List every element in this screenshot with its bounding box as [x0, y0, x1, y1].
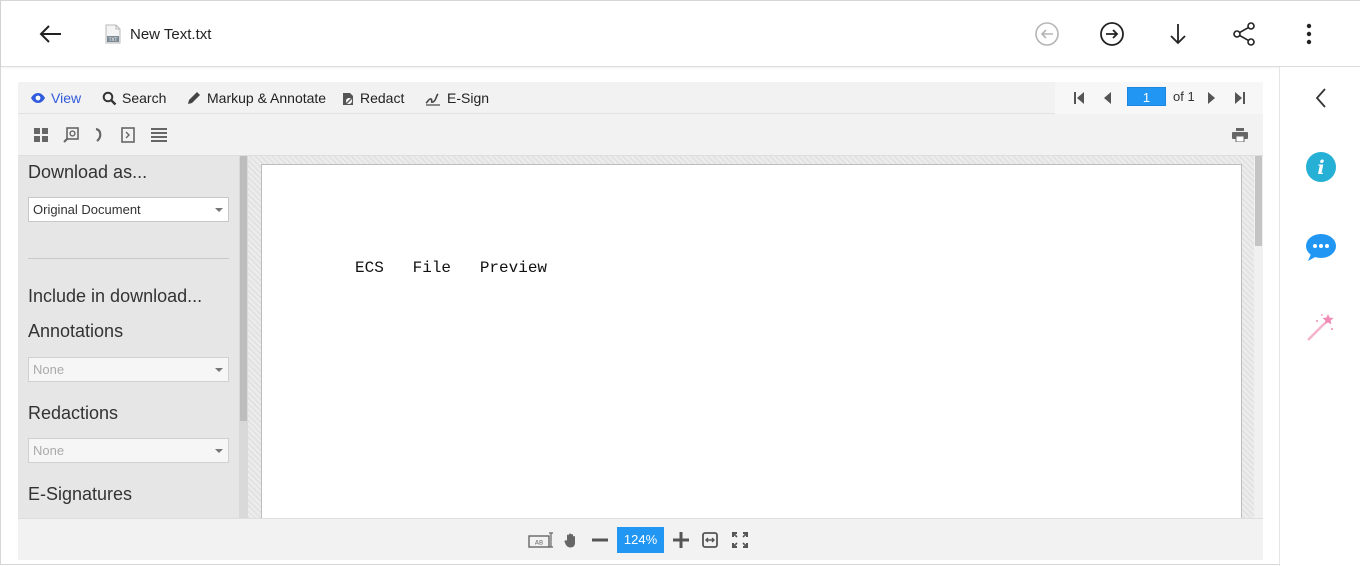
redactions-value: None	[33, 443, 65, 458]
panel-scrollbar[interactable]	[239, 156, 248, 518]
info-icon[interactable]: i	[1305, 151, 1337, 183]
download-as-heading: Download as...	[28, 162, 148, 182]
tab-search-label: Search	[122, 90, 167, 106]
document-scrollbar[interactable]	[1254, 156, 1263, 518]
search-icon	[102, 91, 117, 105]
annotations-heading: Annotations	[28, 321, 124, 341]
fullscreen-icon[interactable]	[730, 531, 750, 549]
redactions-heading: Redactions	[28, 403, 119, 423]
svg-text:TXT: TXT	[108, 37, 118, 43]
include-heading: Include in download...	[28, 286, 203, 306]
thumbnails-icon[interactable]	[32, 126, 50, 144]
tab-view-label: View	[51, 90, 82, 106]
document-area: ECS File Preview	[248, 156, 1263, 524]
zoom-out-icon[interactable]	[590, 531, 610, 549]
viewer-toolbar: View Search Markup & Annotate Redact E-S…	[18, 82, 1263, 114]
annotations-value: None	[33, 362, 65, 377]
txt-file-icon: TXT	[105, 24, 121, 44]
list-view-icon[interactable]	[150, 126, 168, 144]
tab-markup[interactable]: Markup & Annotate	[186, 88, 326, 108]
download-panel: Download as... Original Document Include…	[18, 156, 239, 518]
top-bar: TXT New Text.txt	[1, 1, 1360, 67]
scrollbar-thumb[interactable]	[1255, 156, 1262, 246]
rotate-icon[interactable]	[90, 126, 108, 144]
text-select-icon[interactable]: AB	[528, 531, 554, 549]
file-title: TXT New Text.txt	[105, 23, 211, 45]
page-navigator: 1 of 1	[1055, 82, 1263, 114]
previous-page-icon[interactable]	[1100, 90, 1116, 106]
download-icon[interactable]	[1162, 18, 1194, 50]
share-icon[interactable]	[1228, 18, 1260, 50]
more-vertical-icon[interactable]	[1293, 18, 1325, 50]
file-name: New Text.txt	[130, 25, 212, 43]
view-tools-bar	[18, 114, 1263, 156]
download-format-select[interactable]: Original Document	[28, 197, 229, 222]
back-arrow-icon[interactable]	[35, 18, 67, 50]
page-number-input[interactable]: 1	[1127, 87, 1166, 106]
download-format-value: Original Document	[33, 202, 141, 217]
chevron-down-icon	[215, 208, 223, 212]
magic-wand-icon[interactable]	[1305, 311, 1337, 343]
tab-esign[interactable]: E-Sign	[425, 88, 489, 108]
last-page-icon[interactable]	[1232, 90, 1248, 106]
comments-icon[interactable]	[1305, 232, 1337, 264]
next-page-icon[interactable]	[1203, 90, 1219, 106]
search-results-icon[interactable]	[62, 126, 80, 144]
document-text: ECS File Preview	[355, 259, 548, 277]
chevron-down-icon	[215, 449, 223, 453]
signature-icon	[425, 93, 440, 106]
tab-search[interactable]: Search	[102, 88, 166, 108]
svg-text:AB: AB	[535, 540, 543, 547]
redact-icon	[343, 93, 353, 105]
app-frame: TXT New Text.txt View Search Markup & An…	[0, 0, 1360, 566]
zoom-level[interactable]: 124%	[617, 527, 664, 553]
fit-page-icon[interactable]	[119, 126, 137, 144]
svg-text:i: i	[1317, 157, 1324, 179]
tab-esign-label: E-Sign	[447, 90, 490, 106]
eye-icon	[31, 93, 45, 103]
esignatures-heading: E-Signatures	[28, 484, 133, 504]
pen-icon	[188, 92, 200, 104]
scrollbar-thumb[interactable]	[240, 156, 247, 421]
document-viewer: View Search Markup & Annotate Redact E-S…	[18, 82, 1263, 560]
redactions-select[interactable]: None	[28, 438, 229, 463]
first-page-icon[interactable]	[1071, 90, 1087, 106]
collapse-chevron-icon[interactable]	[1305, 82, 1337, 114]
right-sidebar: i	[1279, 67, 1360, 566]
zoom-in-icon[interactable]	[671, 531, 691, 549]
print-icon[interactable]	[1231, 126, 1249, 144]
fit-width-icon[interactable]	[700, 531, 720, 549]
previous-circle-icon[interactable]	[1031, 18, 1063, 50]
annotations-select[interactable]: None	[28, 357, 229, 382]
bottom-toolbar: AB 124%	[18, 518, 1263, 560]
tab-markup-label: Markup & Annotate	[207, 90, 327, 106]
pan-hand-icon[interactable]	[561, 531, 581, 549]
tab-view[interactable]: View	[30, 88, 81, 108]
chevron-down-icon	[215, 368, 223, 372]
tab-redact[interactable]: Redact	[341, 88, 404, 108]
document-page: ECS File Preview	[261, 164, 1242, 524]
divider	[28, 258, 229, 259]
next-circle-icon[interactable]	[1096, 18, 1128, 50]
tab-redact-label: Redact	[360, 90, 405, 106]
page-count: of 1	[1173, 89, 1195, 104]
